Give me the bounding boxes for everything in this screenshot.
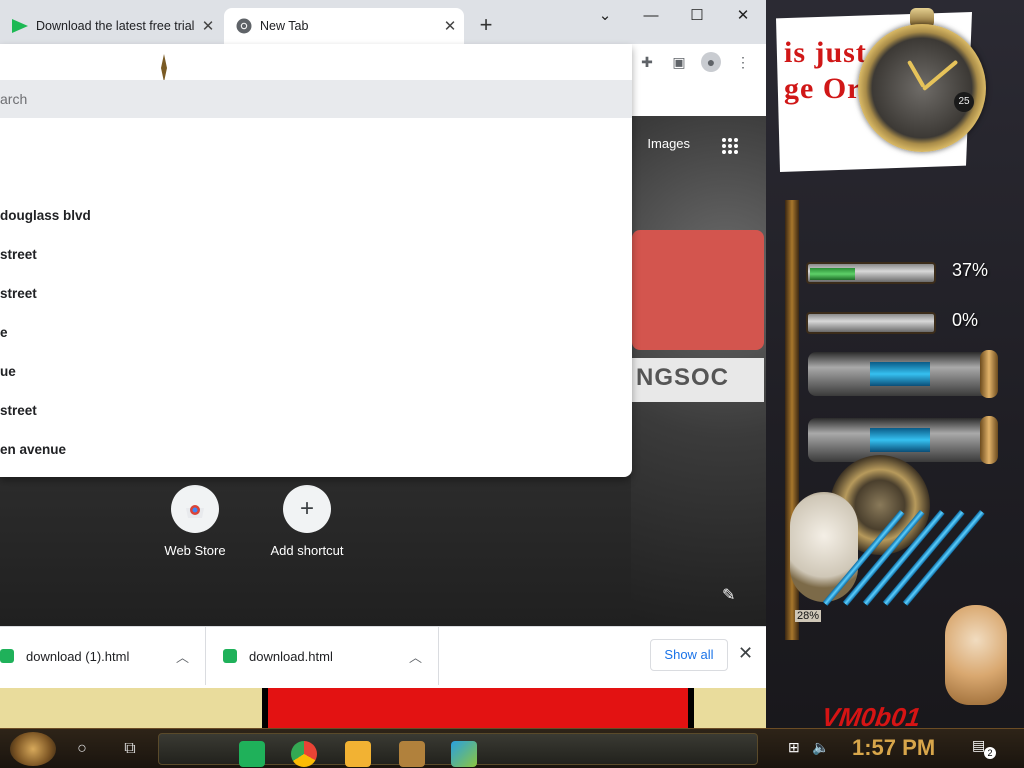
memory-gauge[interactable]: 0% <box>792 304 1002 338</box>
new-tab-button[interactable]: + <box>474 12 498 38</box>
gauge-fill <box>810 268 856 280</box>
close-icon[interactable]: ✕ <box>440 17 460 35</box>
cpu-gauge[interactable]: 37% <box>792 254 1002 288</box>
shortcut-label: Add shortcut <box>270 543 344 558</box>
gauge-tube <box>806 262 936 284</box>
notification-badge: 2 <box>984 747 996 759</box>
background-poster <box>632 230 764 350</box>
omnibox-input[interactable]: arch <box>0 80 632 118</box>
blue-rods-decoration <box>822 510 1000 620</box>
download-item[interactable]: download (1).html ︿ <box>0 627 206 685</box>
html-file-icon <box>223 649 237 663</box>
profile-avatar[interactable]: ● <box>701 52 721 72</box>
taskbar-apps-panel <box>158 733 758 767</box>
notification-icon[interactable]: ▤ 2 <box>972 737 996 759</box>
hamster-mascot <box>945 605 1007 705</box>
pipe-fluid <box>870 362 930 386</box>
images-link[interactable]: Images <box>647 136 690 151</box>
chrome-app-icon[interactable] <box>291 741 317 767</box>
background-poster-text: NGSOC <box>636 364 730 391</box>
pipe-cap <box>980 350 998 398</box>
clock-date: 25 <box>954 92 974 112</box>
suggestion-item[interactable]: e <box>0 325 8 340</box>
side-panel-icon[interactable]: ▣ <box>669 52 689 72</box>
steam-pipe-gauge <box>808 416 998 464</box>
suggestion-item[interactable]: street <box>0 247 37 262</box>
divider <box>262 688 268 728</box>
shortcut-add[interactable]: + Add shortcut <box>262 485 352 558</box>
divider <box>688 688 694 728</box>
pencil-icon[interactable]: ✎ <box>722 585 735 605</box>
network-icon[interactable]: ⊞ <box>788 739 800 756</box>
gauge-percent: 0% <box>952 310 979 330</box>
suggestion-item[interactable]: ue <box>0 364 16 379</box>
tab-strip: Download the latest free trial ✕ New Tab… <box>0 0 766 44</box>
clock-time[interactable]: 1:57 PM <box>852 735 935 761</box>
taskbar: ○ ⧉ ⊞ 🔈 1:57 PM ▤ 2 <box>0 728 1024 768</box>
extensions-icon[interactable]: ✚ <box>637 52 657 72</box>
chrome-window: Download the latest free trial ✕ New Tab… <box>0 0 766 688</box>
pipe-fluid <box>870 428 930 452</box>
start-button[interactable] <box>10 732 56 766</box>
chrome-icon <box>236 18 252 34</box>
minimize-button[interactable]: — <box>628 4 674 28</box>
gauge-percent: 37% <box>952 260 989 280</box>
shortcut-web-store[interactable]: Web Store <box>150 485 240 558</box>
folder-icon[interactable] <box>345 741 371 767</box>
steampunk-clock-widget[interactable]: 25 <box>852 8 992 158</box>
web-store-icon <box>171 485 219 533</box>
maximize-button[interactable]: ☐ <box>674 4 720 28</box>
download-filename: download (1).html <box>26 648 130 664</box>
apps-grid-icon[interactable] <box>720 136 740 156</box>
wallpaper-red-block <box>265 688 688 728</box>
download-bar: download (1).html ︿ download.html ︿ Show… <box>0 626 766 685</box>
tab-download-trial[interactable]: Download the latest free trial ✕ <box>0 8 222 44</box>
shortcut-label: Web Store <box>164 543 226 558</box>
task-view-icon[interactable]: ⧉ <box>118 737 142 761</box>
show-all-button[interactable]: Show all <box>650 639 728 671</box>
download-filename: download.html <box>249 648 333 664</box>
tab-title: Download the latest free trial <box>36 19 195 33</box>
app-icon[interactable] <box>399 741 425 767</box>
volume-muted-icon[interactable]: 🔈 <box>812 739 829 756</box>
vm-logo: VM0b01 <box>819 702 923 728</box>
text-cursor-icon <box>161 54 167 82</box>
download-item[interactable]: download.html ︿ <box>207 627 439 685</box>
chevron-up-icon[interactable]: ︿ <box>176 647 189 666</box>
html-file-icon <box>0 649 14 663</box>
omnibox-placeholder: arch <box>0 91 28 107</box>
plus-icon: + <box>283 485 331 533</box>
close-icon[interactable]: ✕ <box>738 643 753 664</box>
suggestion-item[interactable]: en avenue <box>0 442 66 457</box>
tab-title: New Tab <box>260 19 309 33</box>
notes-app-icon[interactable] <box>239 741 265 767</box>
download-manager-icon[interactable] <box>451 741 477 767</box>
mini-gauge-percent: 28% <box>795 610 822 622</box>
close-window-button[interactable]: ✕ <box>720 4 766 28</box>
chevron-up-icon[interactable]: ︿ <box>409 647 422 666</box>
wallpaper-strip <box>0 688 766 728</box>
chevron-down-icon[interactable]: ⌄ <box>582 4 628 28</box>
play-icon <box>12 19 28 33</box>
gauge-tube <box>806 312 936 334</box>
steam-pipe-gauge <box>808 350 998 398</box>
omnibox-dropdown[interactable]: arch douglass blvd street street e ue st… <box>0 44 632 477</box>
search-icon[interactable]: ○ <box>70 737 94 761</box>
tab-new-tab[interactable]: New Tab ✕ <box>224 8 464 44</box>
rod <box>862 510 945 606</box>
more-menu-icon[interactable]: ⋮ <box>733 52 753 72</box>
suggestion-item[interactable]: douglass blvd <box>0 208 91 223</box>
pipe-cap <box>980 416 998 464</box>
suggestion-item[interactable]: street <box>0 403 37 418</box>
suggestion-item[interactable]: street <box>0 286 37 301</box>
close-icon[interactable]: ✕ <box>198 17 218 35</box>
